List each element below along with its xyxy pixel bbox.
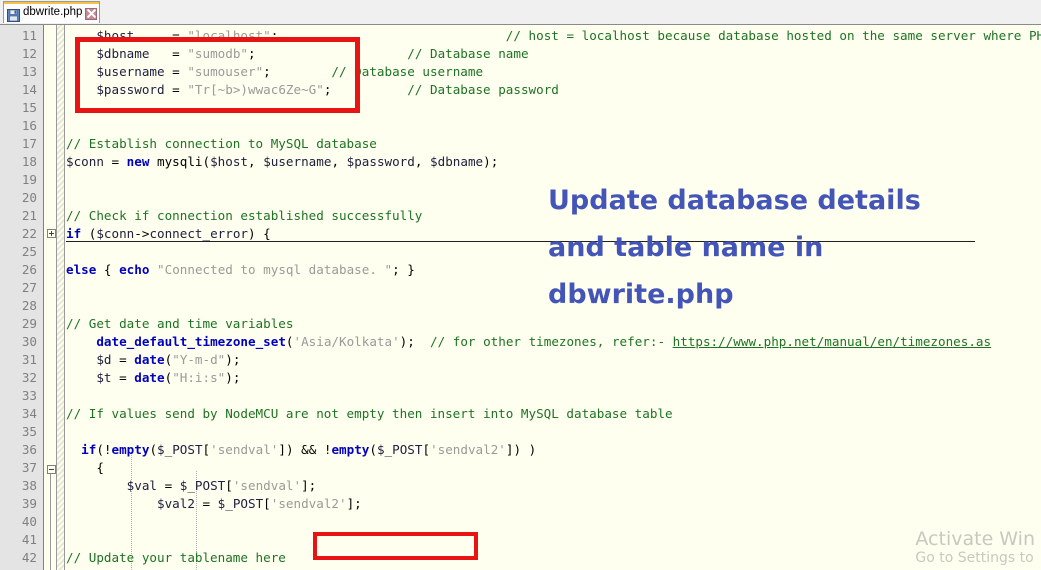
line-number: 17 bbox=[21, 136, 37, 151]
code-line-14[interactable]: $password = "Tr[~b>)wwac6Ze~G"; // Datab… bbox=[66, 81, 559, 99]
line-number: 22 bbox=[21, 226, 37, 241]
line-number: 29 bbox=[21, 316, 37, 331]
line-number: 26 bbox=[21, 262, 37, 277]
close-icon[interactable] bbox=[85, 7, 98, 20]
code-line-18[interactable]: $conn = new mysqli($host, $username, $pa… bbox=[66, 153, 498, 171]
bookmark-margin[interactable] bbox=[56, 25, 65, 570]
line-number: 35 bbox=[21, 424, 37, 439]
code-line-12[interactable]: $dbname = "sumodb"; // Database name bbox=[66, 45, 528, 63]
line-number: 28 bbox=[21, 298, 37, 313]
code-line-30[interactable]: date_default_timezone_set('Asia/Kolkata'… bbox=[66, 333, 991, 351]
line-number: 20 bbox=[21, 190, 37, 205]
code-line-29[interactable]: // Get date and time variables bbox=[66, 315, 293, 333]
code-line-22[interactable]: if ($conn->connect_error) { bbox=[66, 225, 271, 243]
line-number: 15 bbox=[21, 100, 37, 115]
line-number: 11 bbox=[21, 28, 37, 43]
tab-bar: dbwrite.php bbox=[0, 0, 1041, 25]
fold-marker-collapse[interactable] bbox=[47, 465, 56, 474]
code-line-31[interactable]: $d = date("Y-m-d"); bbox=[66, 351, 240, 369]
code-line-21[interactable]: // Check if connection established succe… bbox=[66, 207, 422, 225]
code-line-36[interactable]: if(!empty($_POST['sendval']) && !empty($… bbox=[66, 441, 536, 459]
fold-marker-expand[interactable] bbox=[47, 229, 56, 238]
line-number: 34 bbox=[21, 406, 37, 421]
editor-area[interactable]: 11 12 13 14 15 16 17 18 19 20 21 22 25 2… bbox=[0, 25, 1041, 570]
code-line-42[interactable]: // Update your tablename here bbox=[66, 549, 286, 567]
line-number: 36 bbox=[21, 442, 37, 457]
line-number: 31 bbox=[21, 352, 37, 367]
code-line-34[interactable]: // If values send by NodeMCU are not emp… bbox=[66, 405, 673, 423]
line-number: 40 bbox=[21, 514, 37, 529]
line-number: 25 bbox=[21, 244, 37, 259]
code-line-37[interactable]: { bbox=[66, 459, 104, 477]
tab-dbwrite-php[interactable]: dbwrite.php bbox=[3, 1, 100, 23]
code-line-11[interactable]: $host = "localhost"; // host = localhost… bbox=[66, 27, 1041, 45]
line-number: 14 bbox=[21, 82, 37, 97]
line-number: 19 bbox=[21, 172, 37, 187]
fold-column[interactable] bbox=[45, 25, 56, 570]
line-number: 21 bbox=[21, 208, 37, 223]
line-number: 33 bbox=[21, 388, 37, 403]
code-line-32[interactable]: $t = date("H:i:s"); bbox=[66, 369, 240, 387]
callout-annotation: Update database details and table name i… bbox=[548, 185, 921, 310]
line-number: 37 bbox=[21, 460, 37, 475]
tab-label: dbwrite.php bbox=[23, 5, 83, 18]
line-number: 18 bbox=[21, 154, 37, 169]
line-number: 12 bbox=[21, 46, 37, 61]
code-line-17[interactable]: // Establish connection to MySQL databas… bbox=[66, 135, 377, 153]
line-number: 32 bbox=[21, 370, 37, 385]
code-editor-window: dbwrite.php 11 12 13 14 15 16 17 18 19 2… bbox=[0, 0, 1041, 570]
line-number: 16 bbox=[21, 118, 37, 133]
fold-guide-line bbox=[50, 474, 51, 570]
code-line-39[interactable]: $val2 = $_POST['sendval2']; bbox=[66, 495, 362, 513]
line-number: 38 bbox=[21, 478, 37, 493]
line-number: 42 bbox=[21, 550, 37, 565]
line-number: 13 bbox=[21, 64, 37, 79]
code-line-13[interactable]: $username = "sumouser"; // Database user… bbox=[66, 63, 483, 81]
line-number-gutter: 11 12 13 14 15 16 17 18 19 20 21 22 25 2… bbox=[0, 25, 44, 570]
line-number: 30 bbox=[21, 334, 37, 349]
line-number: 27 bbox=[21, 280, 37, 295]
code-line-38[interactable]: $val = $_POST['sendval']; bbox=[66, 477, 317, 495]
code-line-26[interactable]: else { echo "Connected to mysql database… bbox=[66, 261, 415, 279]
floppy-disk-icon bbox=[7, 7, 20, 22]
line-number: 41 bbox=[21, 532, 37, 547]
line-number: 39 bbox=[21, 496, 37, 511]
